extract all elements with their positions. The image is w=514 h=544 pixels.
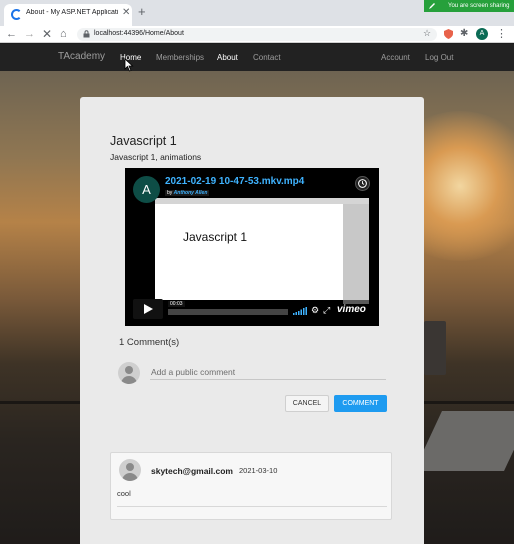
vimeo-logo[interactable]: vimeo <box>337 304 366 315</box>
forward-icon[interactable]: → <box>24 27 35 41</box>
video-player[interactable]: Javascript 1 A 2021-02-19 10-47-53.mkv.m… <box>125 168 379 326</box>
video-time: 00:03 <box>168 301 185 307</box>
nav-logout-link[interactable]: Log Out <box>425 53 453 62</box>
loading-icon <box>11 9 22 20</box>
play-button[interactable] <box>133 299 163 319</box>
mouse-cursor-icon <box>124 58 134 72</box>
comment-item: skytech@gmail.com 2021-03-10 cool <box>110 452 392 520</box>
page-background: Javascript 1 Javascript 1, animations Ja… <box>0 71 514 544</box>
comment-divider <box>117 506 387 507</box>
browser-menu-icon[interactable]: ⋮ <box>496 27 507 40</box>
back-icon[interactable]: ← <box>6 27 17 41</box>
background-laptop <box>414 411 514 471</box>
avatar-body <box>122 473 138 481</box>
course-subtitle: Javascript 1, animations <box>110 152 202 162</box>
comment-date: 2021-03-10 <box>239 466 278 475</box>
play-icon <box>144 304 153 314</box>
site-brand[interactable]: TAcademy <box>58 51 105 62</box>
shield-icon[interactable] <box>444 29 453 39</box>
screen-share-banner: You are screen sharing <box>424 0 514 12</box>
cancel-button[interactable]: CANCEL <box>285 395 329 412</box>
bookmark-star-icon[interactable]: ☆ <box>423 28 431 39</box>
course-title: Javascript 1 <box>110 134 177 148</box>
avatar-head <box>125 366 133 374</box>
nav-contact-link[interactable]: Contact <box>253 53 281 62</box>
video-title[interactable]: 2021-02-19 10-47-53.mkv.mp4 <box>165 176 304 187</box>
video-progress-bar[interactable] <box>168 309 288 315</box>
nav-about-link[interactable]: About <box>217 53 238 62</box>
avatar-head <box>126 463 134 471</box>
comments-count: 1 Comment(s) <box>119 337 180 348</box>
profile-avatar[interactable]: A <box>476 28 488 40</box>
stop-icon[interactable]: ✕ <box>42 27 52 41</box>
url-text: localhost:44396/Home/About <box>94 30 184 37</box>
browser-tab[interactable]: About - My ASP.NET Application ✕ <box>4 4 132 26</box>
comment-author: skytech@gmail.com <box>151 466 233 476</box>
url-field[interactable]: localhost:44396/Home/About ☆ <box>77 28 437 41</box>
browser-tab-strip: About - My ASP.NET Application ✕ + You a… <box>0 0 514 26</box>
home-icon[interactable]: ⌂ <box>60 27 67 41</box>
current-user-avatar <box>118 362 140 384</box>
tab-title: About - My ASP.NET Application <box>26 9 118 16</box>
screen-share-text: You are screen sharing <box>448 3 510 9</box>
video-frame-side <box>343 204 369 304</box>
commenter-avatar <box>119 459 141 481</box>
course-card: Javascript 1 Javascript 1, animations Ja… <box>80 97 424 544</box>
video-author[interactable]: Anthony Allen <box>174 190 208 196</box>
comment-submit-button[interactable]: COMMENT <box>334 395 387 412</box>
video-owner-avatar[interactable]: A <box>133 176 160 203</box>
video-slide-text: Javascript 1 <box>183 230 248 244</box>
address-bar: ← → ✕ ⌂ localhost:44396/Home/About ☆ ✱ A… <box>0 26 514 43</box>
site-navbar: TAcademy Home Memberships About Contact … <box>0 44 514 71</box>
lock-icon <box>83 30 90 38</box>
volume-icon[interactable] <box>293 307 307 315</box>
video-byline: by Anthony Allen <box>165 190 210 196</box>
watch-later-icon[interactable] <box>355 176 370 191</box>
fullscreen-icon[interactable]: ⤢ <box>323 305 330 316</box>
extensions-puzzle-icon[interactable]: ✱ <box>460 28 468 39</box>
comment-input[interactable] <box>150 364 386 380</box>
pen-icon <box>429 3 435 9</box>
settings-gear-icon[interactable]: ⚙ <box>311 305 319 316</box>
background-mug <box>424 321 446 375</box>
nav-memberships-link[interactable]: Memberships <box>156 53 204 62</box>
video-byline-prefix: by <box>167 190 173 196</box>
comment-text: cool <box>117 489 131 498</box>
video-frame: Javascript 1 <box>155 198 369 300</box>
avatar-body <box>121 376 137 384</box>
nav-account-link[interactable]: Account <box>381 53 410 62</box>
new-tab-button[interactable]: + <box>138 5 146 19</box>
tab-close-button[interactable]: ✕ <box>122 7 130 18</box>
